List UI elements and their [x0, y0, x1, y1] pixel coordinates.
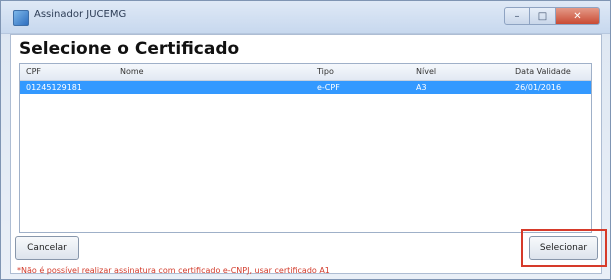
title-bar[interactable]: Assinador JUCEMG – □ ✕: [1, 1, 610, 34]
table-row-selected[interactable]: 01245129181 e-CPF A3 26/01/2016: [20, 81, 591, 94]
dialog-content: Selecione o Certificado CPF Nome Tipo Ní…: [10, 34, 602, 274]
column-header-nome[interactable]: Nome: [120, 67, 144, 76]
close-button[interactable]: ✕: [556, 7, 600, 25]
column-header-nivel[interactable]: Nível: [416, 67, 436, 76]
window-title: Assinador JUCEMG: [34, 9, 127, 20]
cell-data-validade: 26/01/2016: [515, 83, 562, 92]
select-button[interactable]: Selecionar: [529, 236, 598, 260]
cancel-button[interactable]: Cancelar: [15, 236, 79, 260]
column-header-data-validade[interactable]: Data Validade: [515, 67, 571, 76]
cell-cpf: 01245129181: [26, 83, 82, 92]
minimize-button[interactable]: –: [504, 7, 530, 25]
signer-window: Assinador JUCEMG – □ ✕ Selecione o Certi…: [0, 0, 611, 280]
cell-nivel: A3: [416, 83, 427, 92]
dialog-heading: Selecione o Certificado: [19, 39, 240, 59]
column-header-tipo[interactable]: Tipo: [317, 67, 334, 76]
app-icon: [13, 10, 29, 26]
maximize-button[interactable]: □: [530, 7, 556, 25]
cell-tipo: e-CPF: [317, 83, 340, 92]
window-controls: – □ ✕: [504, 7, 600, 25]
column-header-cpf[interactable]: CPF: [26, 67, 41, 76]
warning-note: *Não é possível realizar assinatura com …: [17, 266, 330, 275]
table-header: CPF Nome Tipo Nível Data Validade: [20, 64, 591, 81]
certificate-table[interactable]: CPF Nome Tipo Nível Data Validade 012451…: [19, 63, 592, 233]
